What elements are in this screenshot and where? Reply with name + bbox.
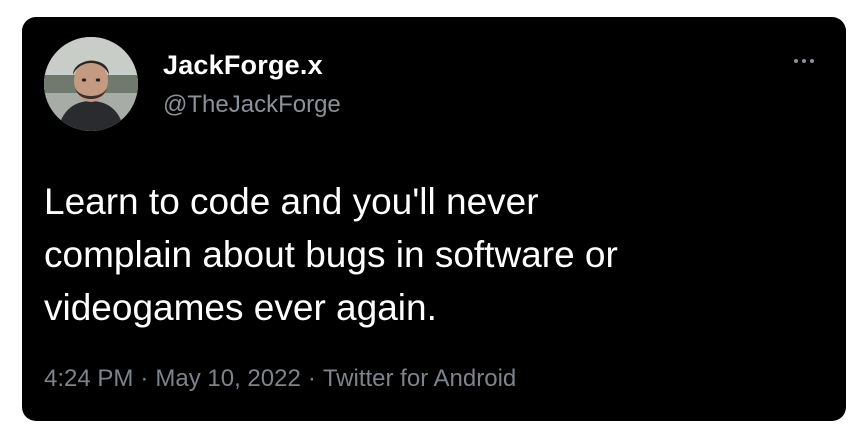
- tweet-text: Learn to code and you'll never complain …: [44, 175, 804, 334]
- tweet-metadata: 4:24 PM · May 10, 2022 · Twitter for Android: [44, 365, 516, 393]
- page-background: JackForge.x @TheJackForge Learn to code …: [0, 0, 864, 442]
- tweet-text-line: videogames ever again.: [44, 287, 437, 328]
- tweet-date[interactable]: May 10, 2022: [155, 365, 300, 392]
- more-horizontal-icon: [802, 59, 806, 63]
- tweet-text-line: Learn to code and you'll never: [44, 181, 539, 222]
- more-horizontal-icon: [810, 59, 814, 63]
- meta-separator: ·: [140, 365, 149, 392]
- tweet-card: JackForge.x @TheJackForge Learn to code …: [22, 17, 846, 421]
- meta-separator: ·: [307, 365, 316, 392]
- tweet-source[interactable]: Twitter for Android: [323, 365, 516, 392]
- author-handle[interactable]: @TheJackForge: [163, 91, 341, 119]
- avatar[interactable]: [44, 37, 138, 131]
- author-display-name[interactable]: JackForge.x: [163, 50, 323, 81]
- tweet-text-line: complain about bugs in software or: [44, 234, 618, 275]
- tweet-time[interactable]: 4:24 PM: [44, 365, 133, 392]
- more-horizontal-icon: [794, 59, 798, 63]
- more-options-button[interactable]: [786, 51, 822, 71]
- profile-photo-icon: [44, 37, 138, 131]
